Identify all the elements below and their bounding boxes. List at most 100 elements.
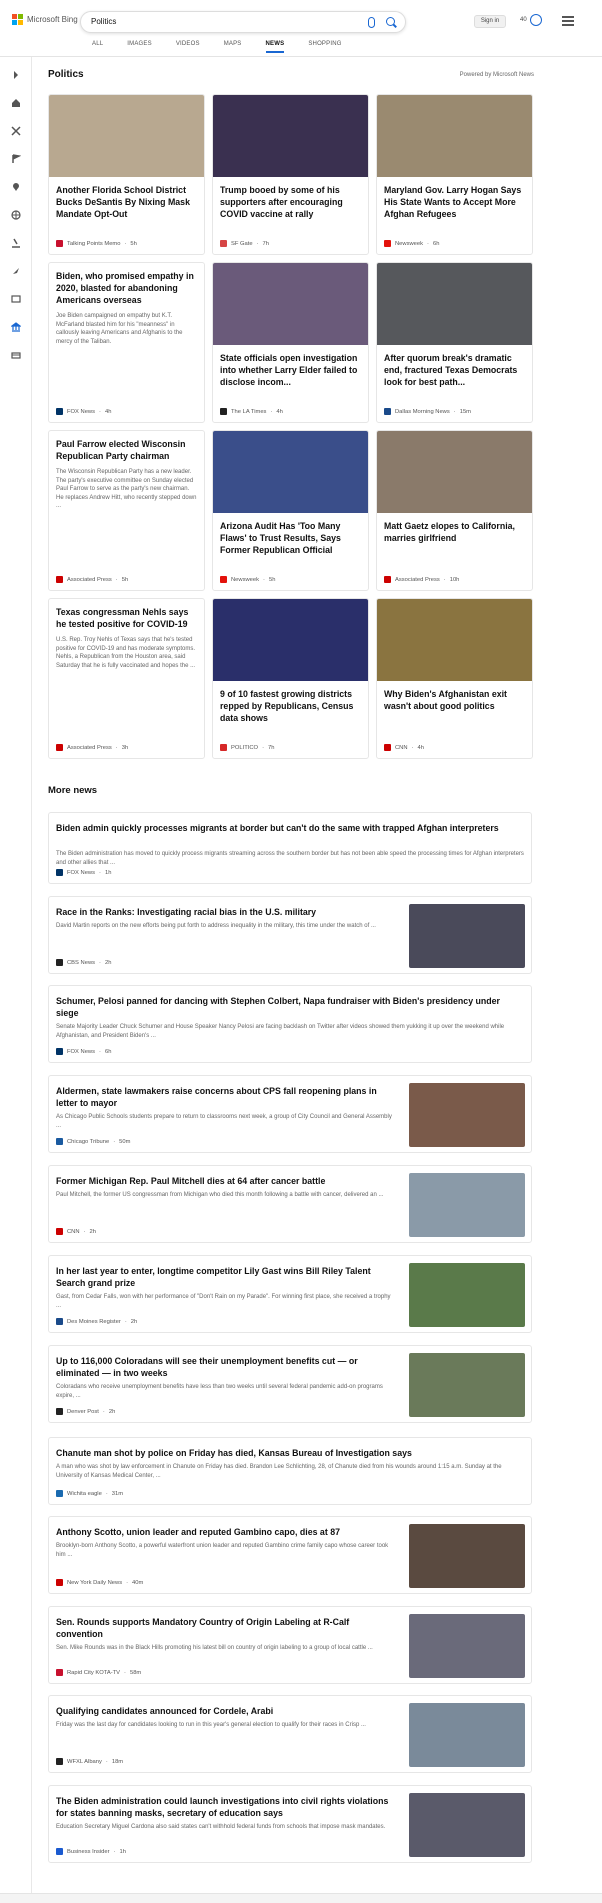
more-news-thumbnail[interactable] bbox=[409, 904, 525, 968]
more-news-item[interactable]: Former Michigan Rep. Paul Mitchell dies … bbox=[48, 1165, 532, 1243]
news-card-image[interactable] bbox=[377, 431, 532, 513]
news-card-source: The LA Times · 4h bbox=[220, 408, 283, 415]
microscope-icon[interactable] bbox=[11, 238, 21, 248]
more-news-thumbnail[interactable] bbox=[409, 1524, 525, 1588]
film-icon[interactable] bbox=[11, 294, 21, 304]
news-card-image[interactable] bbox=[213, 263, 368, 345]
news-card-image[interactable] bbox=[377, 599, 532, 681]
more-news-item[interactable]: Sen. Rounds supports Mandatory Country o… bbox=[48, 1606, 532, 1684]
more-news-title[interactable]: Biden admin quickly processes migrants a… bbox=[56, 822, 524, 834]
more-news-item[interactable]: The Biden administration could launch in… bbox=[48, 1785, 532, 1863]
news-card[interactable]: Arizona Audit Has 'Too Many Flaws' to Tr… bbox=[212, 430, 369, 591]
more-news-item[interactable]: Qualifying candidates announced for Cord… bbox=[48, 1695, 532, 1773]
news-card-title[interactable]: Paul Farrow elected Wisconsin Republican… bbox=[49, 431, 204, 462]
news-card-title[interactable]: Matt Gaetz elopes to California, marries… bbox=[377, 513, 532, 544]
news-card-title[interactable]: Texas congressman Nehls says he tested p… bbox=[49, 599, 204, 630]
politics-building-icon[interactable] bbox=[11, 322, 21, 332]
news-card-title[interactable]: Maryland Gov. Larry Hogan Says His State… bbox=[377, 177, 532, 220]
home-icon[interactable] bbox=[11, 98, 21, 108]
news-card-title[interactable]: Arizona Audit Has 'Too Many Flaws' to Tr… bbox=[213, 513, 368, 556]
source-name: FOX News bbox=[67, 408, 96, 415]
news-card-title[interactable]: 9 of 10 fastest growing districts repped… bbox=[213, 681, 368, 724]
news-card[interactable]: Trump booed by some of his supporters af… bbox=[212, 94, 369, 255]
money-icon[interactable] bbox=[11, 350, 21, 360]
news-card[interactable]: State officials open investigation into … bbox=[212, 262, 369, 423]
header-bar: Microsoft Bing Politics Sign in 40 ALL IM… bbox=[0, 0, 602, 56]
news-card-title[interactable]: Another Florida School District Bucks De… bbox=[49, 177, 204, 220]
expand-arrow-icon[interactable] bbox=[11, 70, 21, 80]
tab-shopping[interactable]: SHOPPING bbox=[308, 41, 341, 53]
news-card-title[interactable]: Why Biden's Afghanistan exit wasn't abou… bbox=[377, 681, 532, 712]
news-card[interactable]: After quorum break's dramatic end, fract… bbox=[376, 262, 533, 423]
more-news-item[interactable]: Aldermen, state lawmakers raise concerns… bbox=[48, 1075, 532, 1153]
news-card[interactable]: Another Florida School District Bucks De… bbox=[48, 94, 205, 255]
tab-news[interactable]: NEWS bbox=[265, 41, 285, 53]
news-card-image[interactable] bbox=[377, 263, 532, 345]
news-card-source: CNN · 4h bbox=[384, 744, 424, 751]
more-news-title[interactable]: Up to 116,000 Coloradans will see their … bbox=[56, 1355, 396, 1379]
microphone-icon[interactable] bbox=[368, 17, 375, 28]
news-card-title[interactable]: State officials open investigation into … bbox=[213, 345, 368, 388]
more-news-title[interactable]: Schumer, Pelosi panned for dancing with … bbox=[56, 995, 524, 1019]
news-card[interactable]: Paul Farrow elected Wisconsin Republican… bbox=[48, 430, 205, 591]
tools-icon[interactable] bbox=[11, 126, 21, 136]
more-news-source: Chicago Tribune · 50m bbox=[56, 1138, 130, 1145]
more-news-thumbnail[interactable] bbox=[409, 1173, 525, 1237]
rewards-button[interactable]: 40 bbox=[520, 14, 542, 26]
news-card[interactable]: 9 of 10 fastest growing districts repped… bbox=[212, 598, 369, 759]
more-news-item[interactable]: Anthony Scotto, union leader and reputed… bbox=[48, 1516, 532, 1594]
more-news-thumbnail[interactable] bbox=[409, 1793, 525, 1857]
rocket-icon[interactable] bbox=[11, 266, 21, 276]
globe-icon[interactable] bbox=[11, 210, 21, 220]
news-card[interactable]: Texas congressman Nehls says he tested p… bbox=[48, 598, 205, 759]
more-news-item[interactable]: Up to 116,000 Coloradans will see their … bbox=[48, 1345, 532, 1423]
more-news-thumbnail[interactable] bbox=[409, 1353, 525, 1417]
search-box[interactable]: Politics bbox=[80, 11, 406, 33]
search-input[interactable]: Politics bbox=[91, 17, 116, 26]
source-name: Newsweek bbox=[395, 240, 424, 247]
tab-videos[interactable]: VIDEOS bbox=[176, 41, 200, 53]
more-news-title[interactable]: The Biden administration could launch in… bbox=[56, 1795, 396, 1819]
news-card-image[interactable] bbox=[213, 95, 368, 177]
sign-in-button[interactable]: Sign in bbox=[474, 15, 506, 28]
more-news-title[interactable]: Aldermen, state lawmakers raise concerns… bbox=[56, 1085, 396, 1109]
source-separator: · bbox=[105, 1490, 108, 1497]
search-icon[interactable] bbox=[386, 17, 395, 26]
more-news-thumbnail[interactable] bbox=[409, 1703, 525, 1767]
news-card[interactable]: Why Biden's Afghanistan exit wasn't abou… bbox=[376, 598, 533, 759]
more-news-item[interactable]: Chanute man shot by police on Friday has… bbox=[48, 1437, 532, 1505]
news-card-title[interactable]: After quorum break's dramatic end, fract… bbox=[377, 345, 532, 388]
news-card-image[interactable] bbox=[213, 599, 368, 681]
more-news-item[interactable]: In her last year to enter, longtime comp… bbox=[48, 1255, 532, 1333]
source-logo-icon bbox=[56, 1138, 63, 1145]
more-news-title[interactable]: Sen. Rounds supports Mandatory Country o… bbox=[56, 1616, 396, 1640]
news-card-image[interactable] bbox=[213, 431, 368, 513]
more-news-title[interactable]: Qualifying candidates announced for Cord… bbox=[56, 1705, 396, 1717]
publish-time: 6h bbox=[432, 240, 440, 247]
flag-icon[interactable] bbox=[11, 154, 21, 164]
more-news-thumbnail[interactable] bbox=[409, 1614, 525, 1678]
more-news-item[interactable]: Schumer, Pelosi panned for dancing with … bbox=[48, 985, 532, 1063]
news-card[interactable]: Matt Gaetz elopes to California, marries… bbox=[376, 430, 533, 591]
tab-maps[interactable]: MAPS bbox=[224, 41, 242, 53]
location-pin-icon[interactable] bbox=[11, 182, 21, 192]
tab-images[interactable]: IMAGES bbox=[127, 41, 152, 53]
more-news-title[interactable]: Race in the Ranks: Investigating racial … bbox=[56, 906, 396, 918]
news-card-image[interactable] bbox=[49, 95, 204, 177]
news-card-image[interactable] bbox=[377, 95, 532, 177]
more-news-title[interactable]: Anthony Scotto, union leader and reputed… bbox=[56, 1526, 396, 1538]
more-news-item[interactable]: Biden admin quickly processes migrants a… bbox=[48, 812, 532, 884]
more-news-item[interactable]: Race in the Ranks: Investigating racial … bbox=[48, 896, 532, 974]
bing-logo[interactable]: Microsoft Bing bbox=[12, 14, 78, 25]
more-news-title[interactable]: In her last year to enter, longtime comp… bbox=[56, 1265, 396, 1289]
more-news-thumbnail[interactable] bbox=[409, 1263, 525, 1327]
more-news-title[interactable]: Former Michigan Rep. Paul Mitchell dies … bbox=[56, 1175, 396, 1187]
hamburger-menu-icon[interactable] bbox=[562, 16, 574, 28]
more-news-title[interactable]: Chanute man shot by police on Friday has… bbox=[56, 1447, 524, 1459]
news-card[interactable]: Maryland Gov. Larry Hogan Says His State… bbox=[376, 94, 533, 255]
news-card-title[interactable]: Biden, who promised empathy in 2020, bla… bbox=[49, 263, 204, 306]
news-card-title[interactable]: Trump booed by some of his supporters af… bbox=[213, 177, 368, 220]
more-news-thumbnail[interactable] bbox=[409, 1083, 525, 1147]
tab-all[interactable]: ALL bbox=[92, 41, 103, 53]
news-card[interactable]: Biden, who promised empathy in 2020, bla… bbox=[48, 262, 205, 423]
